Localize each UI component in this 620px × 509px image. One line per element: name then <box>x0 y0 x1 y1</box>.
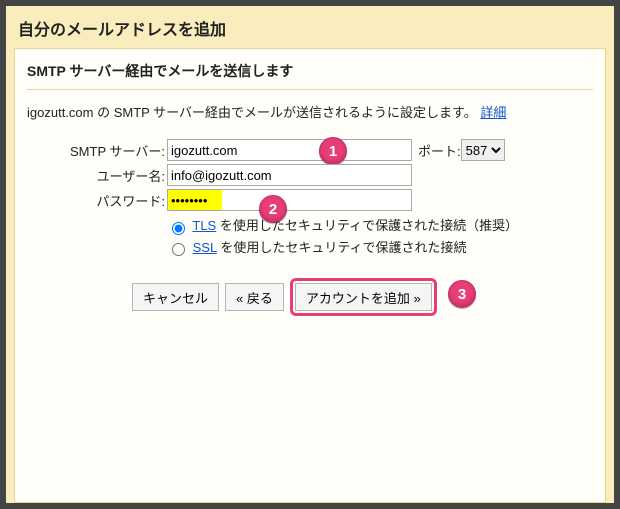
row-user: ユーザー名: <box>27 164 593 186</box>
username-input[interactable] <box>167 164 412 186</box>
tls-link[interactable]: TLS <box>192 218 216 233</box>
dialog-window: 自分のメールアドレスを追加 SMTP サーバー経由でメールを送信します igoz… <box>5 5 615 504</box>
callout-1: 1 <box>319 137 347 165</box>
radio-tls-row: TLS を使用したセキュリティで保護された接続（推奨） <box>167 215 593 235</box>
radio-tls[interactable] <box>172 222 185 235</box>
add-button-highlight: アカウントを追加 » <box>290 278 437 316</box>
label-user: ユーザー名: <box>27 166 167 185</box>
security-options: TLS を使用したセキュリティで保護された接続（推奨） SSL を使用したセキュ… <box>167 215 593 256</box>
description-text: igozutt.com の SMTP サーバー経由でメールが送信されるように設定… <box>27 105 477 120</box>
radio-ssl[interactable] <box>172 243 185 256</box>
callout-2: 2 <box>259 195 287 223</box>
smtp-server-input[interactable] <box>167 139 412 161</box>
description: igozutt.com の SMTP サーバー経由でメールが送信されるように設定… <box>27 90 593 127</box>
ssl-link[interactable]: SSL <box>193 240 217 255</box>
cancel-button[interactable]: キャンセル <box>132 283 219 311</box>
callout-3: 3 <box>448 280 476 308</box>
label-smtp: SMTP サーバー: <box>27 141 167 160</box>
window-title: 自分のメールアドレスを追加 <box>6 6 614 48</box>
subtitle: SMTP サーバー経由でメールを送信します <box>27 57 593 90</box>
add-account-button[interactable]: アカウントを追加 » <box>295 283 432 311</box>
smtp-form: SMTP サーバー: ポート: 587 1 ユーザー名: パスワード: 2 <box>27 139 593 316</box>
main-panel: SMTP サーバー経由でメールを送信します igozutt.com の SMTP… <box>14 48 606 503</box>
button-row: キャンセル « 戻る アカウントを追加 » 3 <box>132 278 593 316</box>
label-pass: パスワード: <box>27 191 167 210</box>
password-input[interactable] <box>167 189 412 211</box>
row-pass: パスワード: 2 <box>27 189 593 211</box>
tls-text: を使用したセキュリティで保護された接続（推奨） <box>216 218 518 233</box>
label-port: ポート: <box>418 141 461 160</box>
radio-ssl-row: SSL を使用したセキュリティで保護された接続 <box>167 237 593 257</box>
port-select[interactable]: 587 <box>461 139 505 161</box>
ssl-text: を使用したセキュリティで保護された接続 <box>217 240 467 255</box>
back-button[interactable]: « 戻る <box>225 283 284 311</box>
row-smtp: SMTP サーバー: ポート: 587 1 <box>27 139 593 161</box>
detail-link[interactable]: 詳細 <box>480 105 506 120</box>
